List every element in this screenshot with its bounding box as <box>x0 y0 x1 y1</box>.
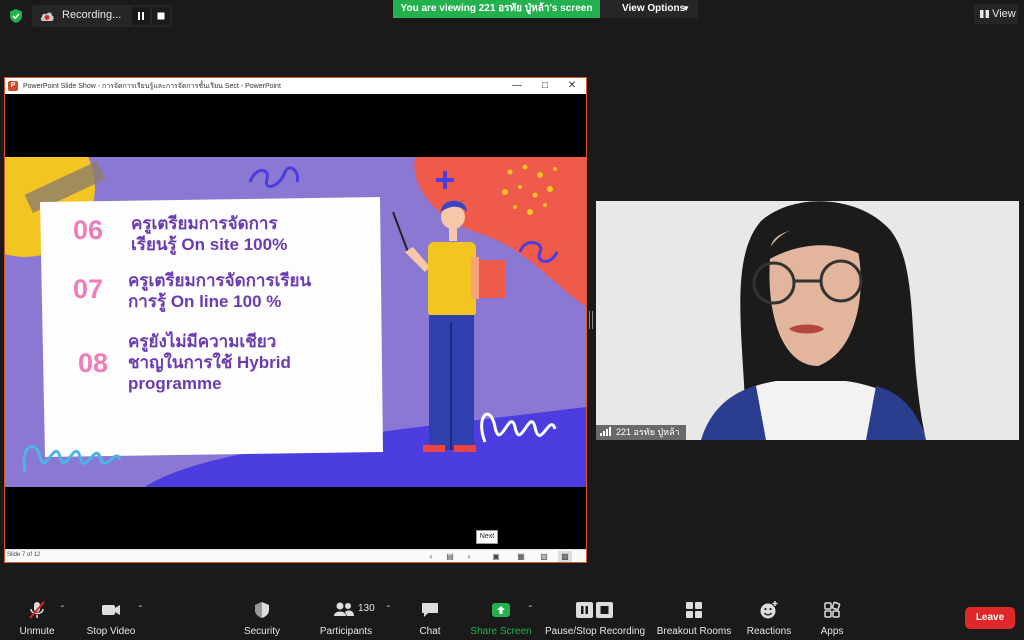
powerpoint-logo-icon: P <box>8 81 18 91</box>
minimize-button[interactable]: — <box>507 79 527 93</box>
normal-view-icon: ▣ <box>492 552 500 561</box>
slide-sorter-icon: ▦ <box>517 552 525 561</box>
participants-count: 130 <box>358 603 375 614</box>
slide-illustration <box>5 157 586 487</box>
view-options-label: View Options <box>622 3 686 14</box>
audio-options-caret-icon[interactable]: ⌃ <box>59 604 66 613</box>
breakout-rooms-button[interactable]: Breakout Rooms <box>655 596 733 640</box>
slide-counter: Slide 7 of 12 <box>7 552 41 558</box>
video-options-caret-icon[interactable]: ⌃ <box>137 604 144 613</box>
share-screen-label: Share Screen <box>470 626 532 637</box>
chevron-left-icon: ‹ <box>429 552 433 561</box>
ppt-titlebar: P PowerPoint Slide Show - การจัดการเรียน… <box>5 78 586 94</box>
reading-view-button[interactable]: ▧ <box>537 551 551 562</box>
breakout-rooms-label: Breakout Rooms <box>656 626 732 637</box>
recording-indicator: Recording... <box>32 5 172 27</box>
signal-strength-icon <box>600 427 611 436</box>
item-number: 08 <box>78 348 109 378</box>
chevron-down-icon: ▼ <box>682 4 690 13</box>
video-camera-icon <box>102 605 120 615</box>
unmute-button[interactable]: Unmute <box>12 596 62 640</box>
share-screen-button[interactable]: Share Screen <box>470 596 532 640</box>
item-number: 07 <box>73 274 104 304</box>
close-button[interactable]: ✕ <box>562 79 582 93</box>
minimize-icon: — <box>512 80 522 91</box>
share-options-caret-icon[interactable]: ⌃ <box>527 604 534 613</box>
participants-label: Participants <box>319 626 373 637</box>
security-button[interactable]: Security <box>238 596 286 640</box>
close-icon: ✕ <box>567 80 577 91</box>
view-button[interactable]: View <box>974 4 1018 24</box>
item-line: ครูยังไม่มีความเชียว <box>128 332 277 351</box>
menu-icon: ▤ <box>446 552 454 561</box>
view-options-button[interactable]: View Options ▼ <box>600 0 698 18</box>
item-text: ครูเตรียมการจัดการ เรียนรู้ On site 100% <box>131 213 287 255</box>
participant-video-tile[interactable]: 221 อรทัย ปู่หล้า <box>596 201 1019 440</box>
shield-icon <box>255 602 269 618</box>
pause-stop-recording-button[interactable]: Pause/Stop Recording <box>545 596 645 640</box>
previous-slide-button[interactable]: ‹ <box>424 551 438 562</box>
security-shield-icon[interactable] <box>8 8 24 24</box>
slide-sorter-button[interactable]: ▦ <box>514 551 528 562</box>
item-text: ครูยังไม่มีความเชียว ชาญในการใช้ Hybrid … <box>128 331 291 394</box>
splitter-handle[interactable] <box>589 311 593 329</box>
breakout-rooms-icon <box>686 602 702 618</box>
meeting-toolbar: Unmute ⌃ Stop Video ⌃ Security Participa… <box>0 596 1024 640</box>
item-number: 06 <box>73 215 104 245</box>
reactions-label: Reactions <box>746 626 792 637</box>
reading-view-icon: ▧ <box>540 552 548 561</box>
item-line: ครูเตรียมการจัดการเรียน <box>128 271 312 290</box>
slideshow-icon: ▩ <box>561 552 569 561</box>
security-label: Security <box>243 626 281 637</box>
participants-options-caret-icon[interactable]: ⌃ <box>385 604 392 613</box>
viewing-screen-banner: You are viewing 221 อรทัย ปู่หล้า's scre… <box>393 0 600 18</box>
chat-button[interactable]: Chat <box>412 596 448 640</box>
reactions-button[interactable]: Reactions <box>744 596 794 640</box>
item-line: ครูเตรียมการจัดการ <box>131 214 278 233</box>
cloud-record-icon <box>40 12 54 21</box>
item-line: programme <box>128 374 222 393</box>
apps-icon <box>824 601 841 618</box>
chevron-right-icon: › <box>467 552 471 561</box>
grid-view-icon <box>980 10 989 18</box>
microphone-muted-icon <box>29 601 45 619</box>
share-screen-icon <box>492 603 510 617</box>
participant-name-tag: 221 อรทัย ปู่หล้า <box>596 425 686 440</box>
stop-video-label: Stop Video <box>86 626 136 637</box>
powerpoint-window: P PowerPoint Slide Show - การจัดการเรียน… <box>4 77 587 563</box>
stop-icon <box>157 12 165 20</box>
slide-menu-button[interactable]: ▤ <box>443 551 457 562</box>
stop-video-button[interactable]: Stop Video <box>82 596 140 640</box>
chat-bubble-icon <box>422 603 438 617</box>
item-text: ครูเตรียมการจัดการเรียน การรู้ On line 1… <box>128 270 311 312</box>
chat-label: Chat <box>419 626 441 637</box>
maximize-button[interactable]: □ <box>535 79 555 93</box>
item-line: การรู้ On line 100 % <box>128 292 282 311</box>
pause-stop-recording-icon <box>576 602 613 618</box>
stop-recording-button[interactable] <box>152 7 170 25</box>
apps-label: Apps <box>820 626 844 637</box>
pause-stop-recording-label: Pause/Stop Recording <box>545 626 646 637</box>
slideshow-view-button[interactable]: ▩ <box>558 551 572 562</box>
participants-icon <box>334 602 354 616</box>
recording-label: Recording... <box>62 9 122 21</box>
next-tooltip: Next <box>476 530 498 544</box>
apps-button[interactable]: Apps <box>814 596 850 640</box>
leave-button[interactable]: Leave <box>965 607 1015 629</box>
participant-name: 221 อรทัย ปู่หล้า <box>616 427 680 437</box>
view-label: View <box>992 8 1016 20</box>
item-line: เรียนรู้ On site 100% <box>131 235 288 254</box>
maximize-icon: □ <box>541 80 549 91</box>
normal-view-button[interactable]: ▣ <box>489 551 503 562</box>
ppt-statusbar: Slide 7 of 12 ‹ ▤ › ▣ ▦ ▧ ▩ <box>5 549 586 562</box>
next-slide-button[interactable]: › <box>462 551 476 562</box>
smiley-icon <box>760 601 778 619</box>
presentation-slide[interactable]: 06 ครูเตรียมการจัดการ เรียนรู้ On site 1… <box>5 157 586 487</box>
ppt-window-title: PowerPoint Slide Show - การจัดการเรียนรู… <box>23 83 281 90</box>
pause-icon <box>138 12 144 20</box>
participant-video <box>596 201 1019 440</box>
unmute-label: Unmute <box>19 626 55 637</box>
item-line: ชาญในการใช้ Hybrid <box>128 353 291 372</box>
pause-recording-button[interactable] <box>132 7 150 25</box>
